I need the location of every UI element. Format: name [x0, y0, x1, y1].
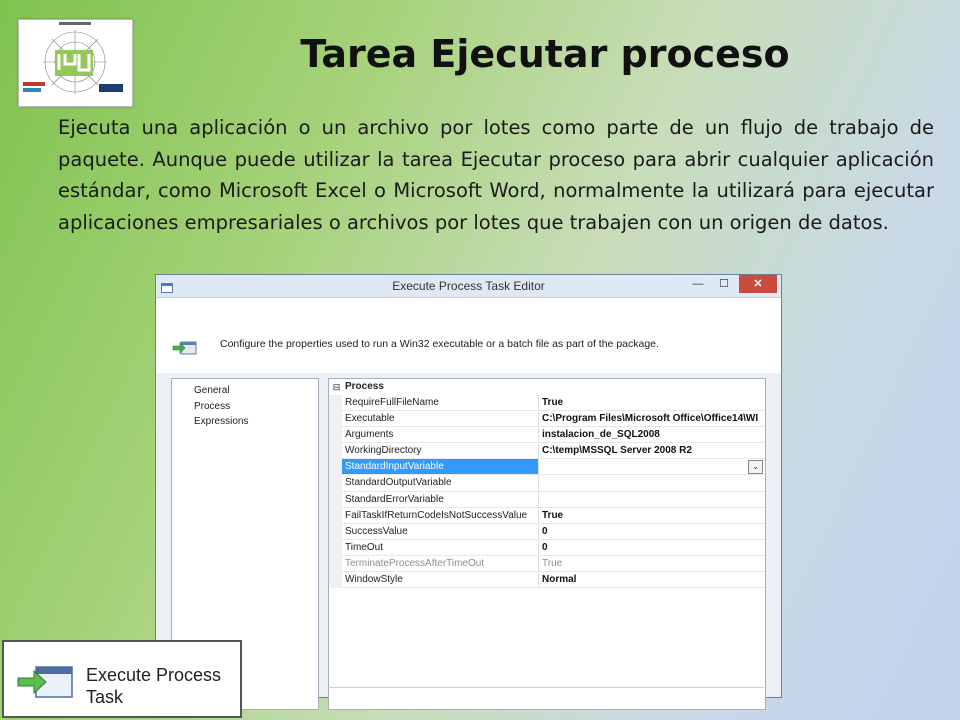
property-name: WindowStyle — [342, 572, 539, 589]
execute-process-task-badge: Execute Process Task — [2, 640, 242, 718]
nav-item-process[interactable]: Process — [172, 399, 318, 415]
execute-process-icon — [16, 664, 76, 705]
badge-title-line2: Task — [86, 687, 124, 707]
minimize-button[interactable]: — — [685, 275, 711, 293]
category-label: Process — [345, 381, 384, 392]
property-value[interactable]: Normal — [539, 572, 765, 589]
property-value[interactable]: 0 — [539, 540, 765, 556]
execute-process-task-editor-window: Execute Process Task Editor — ☐ ✕ Config… — [155, 274, 782, 710]
property-row-standardoutputvariable[interactable]: StandardOutputVariable — [329, 475, 765, 492]
property-value[interactable]: 0 — [539, 524, 765, 540]
property-name: StandardErrorVariable — [342, 491, 539, 508]
header-description: Configure the properties used to run a W… — [220, 338, 659, 350]
slide-title: Tarea Ejecutar proceso — [300, 32, 790, 76]
property-row-successvalue[interactable]: SuccessValue 0 — [329, 523, 765, 540]
property-name: FailTaskIfReturnCodeIsNotSuccessValue — [342, 507, 539, 524]
property-row-failtaskifreturncodeisnotsuccessvalue[interactable]: FailTaskIfReturnCodeIsNotSuccessValue Tr… — [329, 507, 765, 524]
property-value[interactable]: True — [539, 508, 765, 524]
property-name: Executable — [342, 411, 539, 428]
badge-title-line1: Execute Process — [86, 665, 222, 685]
property-name: TimeOut — [342, 539, 539, 556]
property-name: StandardInputVariable — [342, 459, 539, 476]
nav-item-general[interactable]: General — [172, 383, 318, 399]
property-name: WorkingDirectory — [342, 443, 539, 460]
property-value[interactable]: C:\temp\MSSQL Server 2008 R2 — [539, 443, 765, 460]
maximize-button[interactable]: ☐ — [711, 275, 737, 293]
property-name: Arguments — [342, 427, 539, 444]
chevron-down-icon[interactable]: ⌄ — [748, 460, 763, 475]
execute-process-icon — [172, 340, 198, 361]
property-value[interactable]: True — [539, 395, 765, 412]
property-row-arguments[interactable]: Arguments instalacion_de_SQL2008 — [329, 427, 765, 444]
property-grid: ⊟ Process RequireFullFileName True Execu… — [328, 378, 766, 710]
close-button[interactable]: ✕ — [739, 275, 777, 293]
property-value-dropdown[interactable]: ⌄ — [539, 459, 765, 476]
property-value[interactable] — [539, 492, 765, 508]
property-row-terminateprocessaftertimeout[interactable]: TerminateProcessAfterTimeOut True — [329, 555, 765, 573]
property-value[interactable]: instalacion_de_SQL2008 — [539, 427, 765, 444]
property-row-timeout[interactable]: TimeOut 0 — [329, 539, 765, 556]
property-row-workingdirectory[interactable]: WorkingDirectory C:\temp\MSSQL Server 20… — [329, 443, 765, 460]
property-name: RequireFullFileName — [342, 395, 539, 412]
property-value[interactable]: C:\Program Files\Microsoft Office\Office… — [539, 411, 765, 428]
property-name: TerminateProcessAfterTimeOut — [342, 555, 539, 573]
property-row-standarderrorvariable[interactable]: StandardErrorVariable — [329, 491, 765, 508]
property-row-standardinputvariable[interactable]: StandardInputVariable ⌄ — [329, 459, 765, 476]
property-name: SuccessValue — [342, 523, 539, 540]
property-row-windowstyle[interactable]: WindowStyle Normal — [329, 572, 765, 589]
nav-item-expressions[interactable]: Expressions — [172, 414, 318, 430]
category-process[interactable]: ⊟ Process — [329, 379, 765, 395]
property-value[interactable] — [539, 475, 765, 492]
property-row-executable[interactable]: Executable C:\Program Files\Microsoft Of… — [329, 411, 765, 428]
collapse-icon[interactable]: ⊟ — [330, 379, 343, 395]
dialog-header: Configure the properties used to run a W… — [156, 298, 781, 374]
property-row-requirefullfilename[interactable]: RequireFullFileName True — [329, 395, 765, 412]
property-value[interactable]: True — [539, 556, 765, 573]
property-name: StandardOutputVariable — [342, 475, 539, 492]
property-description-pane — [328, 687, 764, 696]
window-titlebar[interactable]: Execute Process Task Editor — ☐ ✕ — [156, 275, 781, 298]
dialog-body: General Process Expressions ⊟ Process Re… — [156, 373, 781, 710]
slide-paragraph: Ejecuta una aplicación o un archivo por … — [58, 116, 934, 234]
